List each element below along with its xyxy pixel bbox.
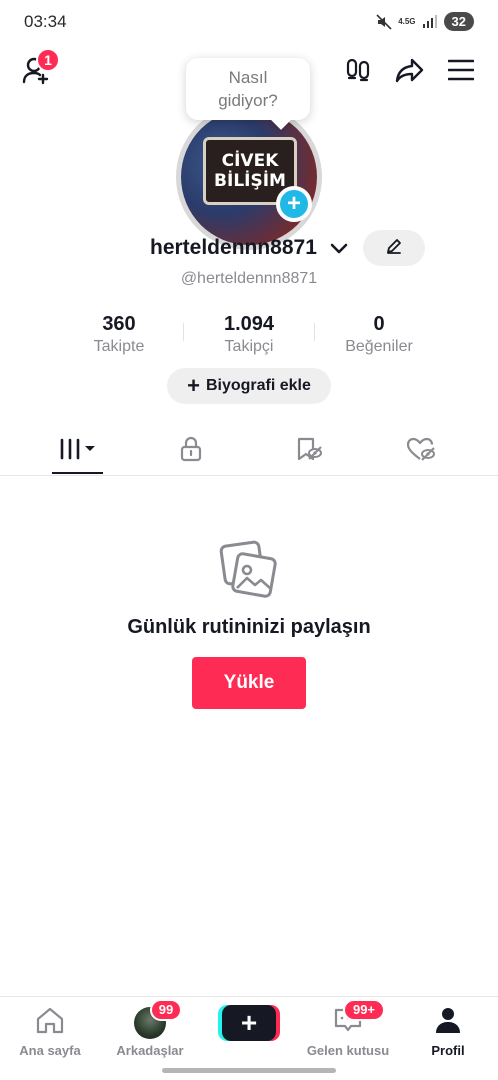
nav-home[interactable]: Ana sayfa (0, 1005, 100, 1058)
add-friend-button[interactable]: 1 (16, 48, 60, 92)
status-tooltip[interactable]: Nasıl gidiyor? (186, 58, 310, 130)
profile-icon (434, 1006, 462, 1039)
add-bio-button[interactable]: + Biyografi ekle (167, 368, 331, 404)
chevron-down-icon[interactable] (330, 242, 348, 261)
username-row: herteldennn8871 (0, 230, 498, 266)
nav-inbox-label: Gelen kutusu (306, 1043, 390, 1058)
tab-favorites[interactable] (247, 428, 371, 474)
status-time: 03:34 (24, 12, 67, 31)
stat-following-label: Takipte (93, 338, 145, 355)
favorites-icon (295, 436, 323, 467)
videos-grid-icon (59, 437, 97, 466)
avatar-sign-line1: CİVEK (221, 151, 279, 171)
content-tabs (0, 428, 498, 476)
plus-icon: + (187, 373, 200, 398)
create-button[interactable]: + (222, 1005, 276, 1041)
footprints-icon (344, 56, 372, 89)
menu-icon (447, 59, 475, 86)
stat-likes-label: Beğeniler (345, 338, 413, 355)
mute-icon (376, 13, 392, 30)
profile-stats: 360 Takipte 1.094 Takipçi 0 Beğeniler (0, 313, 498, 363)
profile-views-button[interactable] (338, 52, 378, 92)
signal-icon (422, 14, 438, 29)
liked-icon (406, 436, 436, 467)
tab-private[interactable] (129, 428, 253, 474)
username[interactable]: herteldennn8871 (150, 236, 317, 260)
tooltip-line1: Nasıl (228, 68, 268, 87)
stat-following-value: 360 (102, 313, 136, 335)
home-indicator[interactable] (162, 1068, 336, 1073)
menu-button[interactable] (441, 52, 481, 92)
add-bio-label: Biyografi ekle (205, 377, 311, 394)
nav-friends-label: Arkadaşlar (116, 1043, 184, 1058)
add-friend-badge: 1 (36, 48, 60, 72)
upload-button[interactable]: Yükle (192, 657, 306, 709)
avatar-sign-line2: BİLİŞİM (214, 171, 286, 191)
share-profile-button[interactable] (390, 52, 430, 92)
nav-profile[interactable]: Profil (398, 1005, 498, 1058)
profile-avatar[interactable]: CİVEK BİLİŞİM + (176, 104, 322, 250)
active-tab-indicator (52, 472, 103, 474)
stat-followers-label: Takipçi (224, 338, 274, 355)
friends-badge: 99 (150, 999, 182, 1021)
share-icon (395, 56, 425, 89)
stat-following[interactable]: 360 Takipte (54, 313, 184, 356)
nav-home-label: Ana sayfa (19, 1043, 81, 1058)
tab-liked[interactable] (359, 428, 483, 474)
photo-stack-icon (219, 540, 279, 605)
lock-icon (179, 436, 203, 467)
network-label: 4.5G (398, 16, 416, 26)
avatar-image: CİVEK BİLİŞİM (181, 109, 317, 245)
nav-friends[interactable]: 99 Arkadaşlar (100, 999, 200, 1058)
stat-followers-value: 1.094 (223, 313, 275, 335)
empty-state-title: Günlük rutininizi paylaşın (127, 616, 371, 638)
battery-indicator: 32 (443, 12, 474, 31)
home-icon (35, 1006, 65, 1039)
inbox-badge: 99+ (343, 999, 385, 1021)
stat-likes[interactable]: 0 Beğeniler (314, 313, 444, 356)
edit-profile-button[interactable] (363, 230, 425, 266)
nav-profile-label: Profil (431, 1043, 465, 1058)
stat-likes-value: 0 (373, 313, 385, 335)
tab-videos[interactable] (16, 428, 140, 474)
pencil-icon (385, 237, 403, 260)
user-handle: @herteldennn8871 (180, 270, 318, 287)
add-avatar-button[interactable]: + (276, 186, 312, 222)
status-icons: 4.5G 32 (376, 12, 474, 31)
stat-followers[interactable]: 1.094 Takipçi (184, 313, 314, 356)
status-bar: 03:34 4.5G 32 (0, 0, 498, 44)
tooltip-line2: gidiyor? (218, 91, 278, 110)
avatar-ring: CİVEK BİLİŞİM (176, 104, 322, 250)
nav-inbox[interactable]: 99+ Gelen kutusu (298, 999, 398, 1058)
